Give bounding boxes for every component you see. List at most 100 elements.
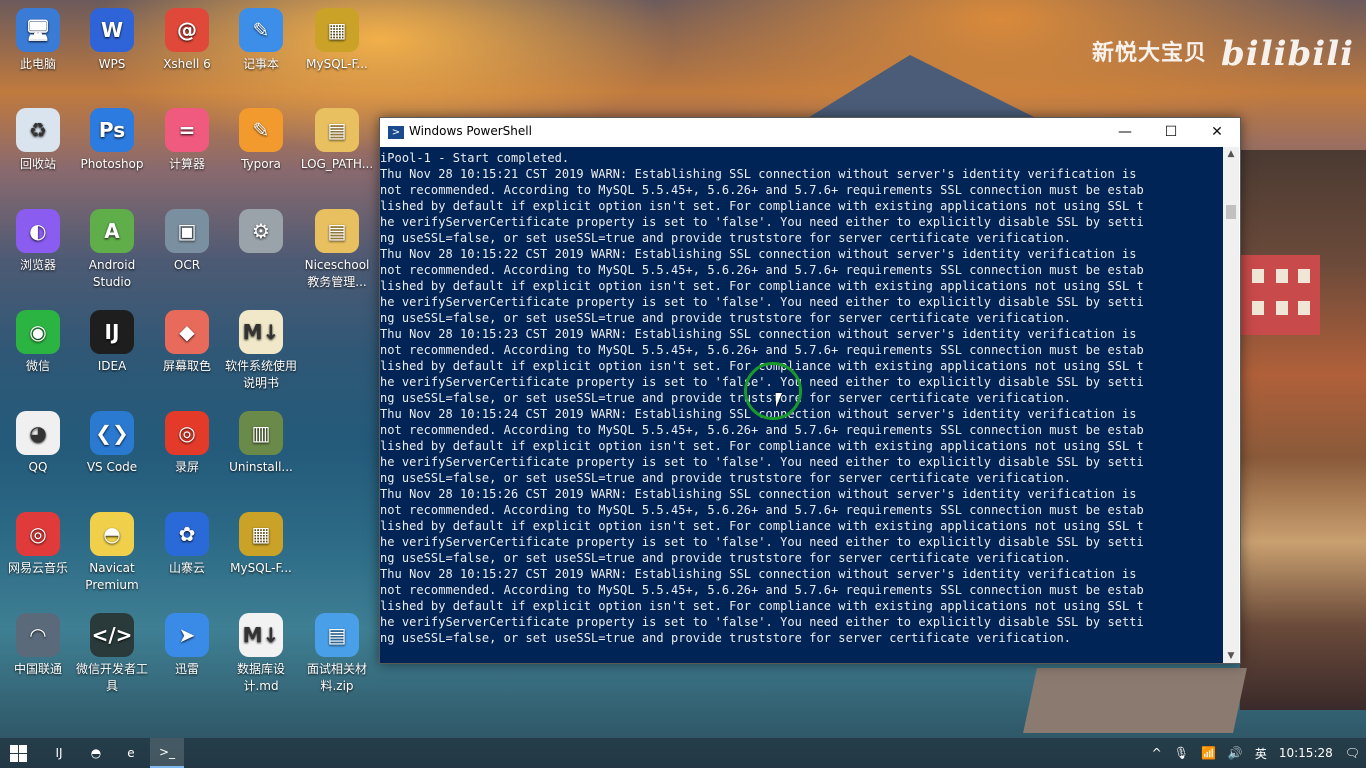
- app-icon: ◓: [90, 512, 134, 556]
- minimize-button[interactable]: —: [1102, 118, 1148, 147]
- desktop-icon-label: MySQL-F...: [230, 561, 292, 575]
- desktop-icon-label: 山寨云: [168, 561, 205, 575]
- desktop-icon[interactable]: M↓ 软件系统使用说明书: [223, 310, 299, 392]
- desktop-icon-label: 数据库设计.md: [236, 662, 285, 693]
- desktop-icon-label: 录屏: [174, 460, 199, 474]
- console-output[interactable]: iPool-1 - Start completed. Thu Nov 28 10…: [380, 147, 1223, 663]
- scroll-thumb[interactable]: [1226, 205, 1236, 219]
- desktop-icon[interactable]: ◓ Navicat Premium: [74, 512, 150, 594]
- desktop-icon[interactable]: IJ IDEA: [74, 310, 150, 375]
- desktop-icon-label: 微信: [25, 359, 50, 373]
- desktop-icon[interactable]: ◕ QQ: [0, 411, 76, 476]
- volume-icon[interactable]: 🔊: [1228, 746, 1243, 760]
- scroll-down-icon[interactable]: ▼: [1223, 649, 1239, 663]
- system-tray: ^ 🎙 📶 🔊 英 10:15:28 🗨: [1146, 738, 1366, 768]
- desktop-icon[interactable]: M↓ 数据库设计.md: [223, 613, 299, 695]
- desktop-icon[interactable]: @ Xshell 6: [149, 8, 225, 73]
- desktop-icon[interactable]: Ps Photoshop: [74, 108, 150, 173]
- app-icon: ▥: [239, 411, 283, 455]
- app-icon: A: [90, 209, 134, 253]
- app-icon: </>: [90, 613, 134, 657]
- desktop-icon[interactable]: ⚙: [223, 209, 299, 257]
- desktop-icon[interactable]: ◎ 网易云音乐: [0, 512, 76, 577]
- desktop-icon[interactable]: ➤ 迅雷: [149, 613, 225, 678]
- desktop-icon[interactable]: 🖥 此电脑: [0, 8, 76, 73]
- desktop-icon-label: VS Code: [86, 460, 138, 474]
- ime-indicator[interactable]: 英: [1255, 745, 1267, 762]
- desktop-icon[interactable]: ▤ 面试相关材料.zip: [299, 613, 375, 695]
- desktop-icon[interactable]: ✎ 记事本: [223, 8, 299, 73]
- desktop-icon[interactable]: ▥ Uninstall...: [223, 411, 299, 476]
- clock[interactable]: 10:15:28: [1279, 746, 1333, 760]
- desktop-icon[interactable]: ◉ 微信: [0, 310, 76, 375]
- app-icon: ◎: [165, 411, 209, 455]
- mouse-pointer-icon: [776, 393, 782, 407]
- desktop-icon-label: 微信开发者工具: [75, 662, 148, 693]
- powershell-taskbar[interactable]: >_: [150, 738, 184, 768]
- desktop-icon-label: MySQL-F...: [306, 57, 368, 71]
- bilibili-logo: bilibili: [1221, 34, 1355, 74]
- app-icon: ✿: [165, 512, 209, 556]
- desktop-icon-label: 计算器: [168, 157, 205, 171]
- vertical-scrollbar[interactable]: ▲ ▼: [1223, 147, 1239, 663]
- desktop-icon[interactable]: ▦ MySQL-F...: [299, 8, 375, 73]
- desktop-icon-label: WPS: [98, 57, 126, 71]
- app-icon: ▤: [315, 108, 359, 152]
- desktop-icon[interactable]: ▤ Niceschool 教务管理...: [299, 209, 375, 291]
- powershell-window[interactable]: > Windows PowerShell — ☐ ✕ iPool-1 - Sta…: [379, 117, 1241, 664]
- app-icon: ◉: [16, 310, 60, 354]
- navicat-taskbar[interactable]: ◓: [79, 738, 113, 768]
- desktop-icon[interactable]: ❮❯ VS Code: [74, 411, 150, 476]
- desktop-icon[interactable]: A Android Studio: [74, 209, 150, 291]
- app-icon: ▦: [239, 512, 283, 556]
- desktop-icon[interactable]: ◎ 录屏: [149, 411, 225, 476]
- app-icon: M↓: [239, 310, 283, 354]
- desktop-icon[interactable]: ◆ 屏幕取色: [149, 310, 225, 375]
- start-button[interactable]: [0, 738, 36, 768]
- desktop-icon[interactable]: ▦ MySQL-F...: [223, 512, 299, 577]
- maximize-button[interactable]: ☐: [1148, 118, 1194, 147]
- intellij-idea-taskbar[interactable]: IJ: [42, 738, 76, 768]
- app-icon: Ps: [90, 108, 134, 152]
- desktop-icon[interactable]: ▤ LOG_PATH...: [299, 108, 375, 173]
- app-icon: ✎: [239, 8, 283, 52]
- close-button[interactable]: ✕: [1194, 118, 1240, 147]
- desktop-icon-label: Photoshop: [80, 157, 144, 171]
- desktop-icon-label: Android Studio: [88, 258, 136, 289]
- desktop-icon[interactable]: ✎ Typora: [223, 108, 299, 173]
- desktop-icon-label: 屏幕取色: [162, 359, 211, 373]
- desktop-icon-label: 此电脑: [19, 57, 56, 71]
- desktop-icon-label: Navicat Premium: [85, 561, 139, 592]
- app-icon: ◕: [16, 411, 60, 455]
- title-bar[interactable]: > Windows PowerShell — ☐ ✕: [380, 118, 1240, 147]
- app-icon: ⚙: [239, 209, 283, 253]
- desktop-icon-label: Xshell 6: [163, 57, 211, 71]
- app-icon: ◆: [165, 310, 209, 354]
- notification-icon[interactable]: 🗨: [1345, 746, 1360, 760]
- desktop-icon-label: 软件系统使用说明书: [224, 359, 297, 390]
- app-icon: ▤: [315, 613, 359, 657]
- desktop-icon[interactable]: = 计算器: [149, 108, 225, 173]
- desktop-icon-label: Niceschool 教务管理...: [304, 258, 370, 289]
- app-icon: =: [165, 108, 209, 152]
- microphone-icon[interactable]: 🎙: [1174, 746, 1189, 760]
- desktop-icon-label: Uninstall...: [229, 460, 293, 474]
- windows-logo-icon: [9, 744, 27, 762]
- app-icon: ➤: [165, 613, 209, 657]
- desktop-icon-label: 回收站: [19, 157, 56, 171]
- desktop-icon[interactable]: W WPS: [74, 8, 150, 73]
- edge-taskbar[interactable]: e: [114, 738, 148, 768]
- desktop-icon-label: 中国联通: [13, 662, 62, 676]
- taskbar: IJ ◓ e >_ ^ 🎙 📶 🔊 英 10:15:28 🗨: [0, 738, 1366, 768]
- desktop-icon[interactable]: ◠ 中国联通: [0, 613, 76, 678]
- network-icon[interactable]: 📶: [1201, 746, 1216, 760]
- desktop-icon[interactable]: ♻ 回收站: [0, 108, 76, 173]
- desktop-icon[interactable]: ✿ 山寨云: [149, 512, 225, 577]
- desktop-icon-label: 浏览器: [19, 258, 56, 272]
- desktop-icon[interactable]: ◐ 浏览器: [0, 209, 76, 274]
- tray-chevron-icon[interactable]: ^: [1152, 746, 1162, 760]
- desktop-icon[interactable]: ▣ OCR: [149, 209, 225, 274]
- scroll-up-icon[interactable]: ▲: [1223, 147, 1239, 161]
- desktop-icon-label: OCR: [173, 258, 201, 272]
- desktop-icon[interactable]: </> 微信开发者工具: [74, 613, 150, 695]
